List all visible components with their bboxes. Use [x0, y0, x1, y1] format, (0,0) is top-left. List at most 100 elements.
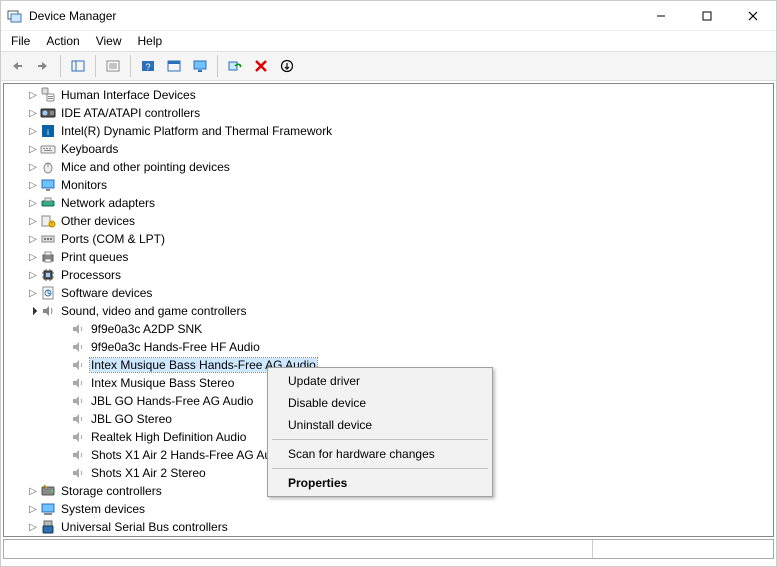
tree-node-label: Processors — [60, 268, 122, 282]
context-menu-separator — [272, 439, 488, 440]
expand-arrow-icon[interactable]: ▷ — [26, 232, 40, 246]
tree-category[interactable]: ▷ Print queues — [4, 248, 773, 266]
speaker-icon — [70, 357, 86, 373]
svg-text:i: i — [47, 128, 49, 137]
toolbar-back-button[interactable] — [5, 54, 29, 78]
toolbar-enable-button[interactable] — [275, 54, 299, 78]
tree-category[interactable]: ▷ Network adapters — [4, 194, 773, 212]
keyboard-icon — [40, 141, 56, 157]
speaker-icon — [70, 465, 86, 481]
tree-node-label: Print queues — [60, 250, 129, 264]
expand-arrow-icon[interactable]: ▷ — [26, 286, 40, 300]
tree-device[interactable]: 9f9e0a3c A2DP SNK — [4, 320, 773, 338]
tree-node-label: Mice and other pointing devices — [60, 160, 231, 174]
no-arrow — [56, 376, 70, 390]
toolbar-scan-button[interactable] — [223, 54, 247, 78]
speaker-icon — [70, 321, 86, 337]
monitor-icon — [40, 177, 56, 193]
tree-category[interactable]: ▷Software devices — [4, 284, 773, 302]
no-arrow — [56, 340, 70, 354]
expand-arrow-icon[interactable]: ▷ — [26, 160, 40, 174]
menu-file[interactable]: File — [3, 33, 38, 49]
menubar: File Action View Help — [1, 31, 776, 51]
tree-category[interactable]: ▷Keyboards — [4, 140, 773, 158]
tree-category[interactable]: ▷ Mice and other pointing devices — [4, 158, 773, 176]
toolbar-monitor-button[interactable] — [188, 54, 212, 78]
context-menu-scan-hardware[interactable]: Scan for hardware changes — [270, 443, 490, 465]
status-bar — [3, 539, 774, 559]
sound-icon — [40, 303, 56, 319]
tree-category[interactable]: ▷Ports (COM & LPT) — [4, 230, 773, 248]
expand-arrow-icon[interactable]: ▷ — [26, 106, 40, 120]
toolbar-delete-button[interactable] — [249, 54, 273, 78]
context-menu-update-driver[interactable]: Update driver — [270, 370, 490, 392]
tree-category[interactable]: ▷ Universal Serial Bus controllers — [4, 518, 773, 536]
tree-category[interactable]: ▷System devices — [4, 500, 773, 518]
tree-node-label: IDE ATA/ATAPI controllers — [60, 106, 201, 120]
tree-category[interactable]: ▷Human Interface Devices — [4, 86, 773, 104]
toolbar-properties-button[interactable] — [101, 54, 125, 78]
hid-icon — [40, 87, 56, 103]
port-icon — [40, 231, 56, 247]
toolbar-forward-button[interactable] — [31, 54, 55, 78]
svg-text:?: ? — [145, 62, 150, 72]
expand-arrow-icon[interactable]: ▷ — [26, 520, 40, 534]
tree-device[interactable]: 9f9e0a3c Hands-Free HF Audio — [4, 338, 773, 356]
cpu-icon — [40, 267, 56, 283]
context-menu-properties[interactable]: Properties — [270, 472, 490, 494]
tree-node-label: Shots X1 Air 2 Stereo — [90, 466, 207, 480]
context-menu-disable-device[interactable]: Disable device — [270, 392, 490, 414]
tree-node-label: Shots X1 Air 2 Hands-Free AG Audio — [90, 448, 288, 462]
expand-arrow-icon[interactable]: ▷ — [26, 214, 40, 228]
speaker-icon — [70, 339, 86, 355]
toolbar-action-button[interactable] — [162, 54, 186, 78]
intel-icon: i — [40, 123, 56, 139]
tree-node-label: Realtek High Definition Audio — [90, 430, 247, 444]
tree-node-label: Storage controllers — [60, 484, 163, 498]
tree-category[interactable]: ▷ IDE ATA/ATAPI controllers — [4, 104, 773, 122]
tree-node-label: Intel(R) Dynamic Platform and Thermal Fr… — [60, 124, 333, 138]
tree-node-label: Universal Serial Bus controllers — [60, 520, 229, 534]
tree-category[interactable]: ▷ i Intel(R) Dynamic Platform and Thermal … — [4, 122, 773, 140]
no-arrow — [56, 448, 70, 462]
maximize-button[interactable] — [684, 1, 730, 31]
titlebar: Device Manager — [1, 1, 776, 31]
toolbar-help-button[interactable]: ? — [136, 54, 160, 78]
expand-arrow-icon[interactable]: ▷ — [26, 502, 40, 516]
expand-arrow-icon[interactable]: ▷ — [26, 88, 40, 102]
tree-node-label: 9f9e0a3c A2DP SNK — [90, 322, 203, 336]
tree-category[interactable]: ▷Monitors — [4, 176, 773, 194]
other-icon: ! — [40, 213, 56, 229]
expand-arrow-icon[interactable]: ▷ — [26, 124, 40, 138]
expand-arrow-icon[interactable]: ▷ — [26, 196, 40, 210]
expand-arrow-icon[interactable]: ▷ — [26, 178, 40, 192]
expand-arrow-icon[interactable]: ▷ — [26, 484, 40, 498]
expand-arrow-icon[interactable]: ▷ — [26, 268, 40, 282]
tree-node-label: Sound, video and game controllers — [60, 304, 247, 318]
tree-category[interactable]: ▷!Other devices — [4, 212, 773, 230]
menu-help[interactable]: Help — [130, 33, 171, 49]
tree-node-label: Network adapters — [60, 196, 156, 210]
tree-node-label: 9f9e0a3c Hands-Free HF Audio — [90, 340, 261, 354]
collapse-arrow-icon[interactable] — [26, 304, 40, 318]
speaker-icon — [70, 393, 86, 409]
context-menu-uninstall-device[interactable]: Uninstall device — [270, 414, 490, 436]
network-icon — [40, 195, 56, 211]
expand-arrow-icon[interactable]: ▷ — [26, 250, 40, 264]
no-arrow — [56, 322, 70, 336]
tree-category-expanded[interactable]: Sound, video and game controllers — [4, 302, 773, 320]
tree-category[interactable]: ▷ Processors — [4, 266, 773, 284]
svg-text:!: ! — [51, 222, 52, 228]
app-icon — [7, 8, 23, 24]
menu-action[interactable]: Action — [38, 33, 87, 49]
speaker-icon — [70, 411, 86, 427]
toolbar-show-hide-button[interactable] — [66, 54, 90, 78]
status-segment — [593, 540, 773, 558]
close-button[interactable] — [730, 1, 776, 31]
menu-view[interactable]: View — [88, 33, 130, 49]
usb-icon — [40, 519, 56, 535]
expand-arrow-icon[interactable]: ▷ — [26, 142, 40, 156]
minimize-button[interactable] — [638, 1, 684, 31]
window-title: Device Manager — [29, 9, 638, 23]
toolbar-separator — [130, 55, 131, 77]
